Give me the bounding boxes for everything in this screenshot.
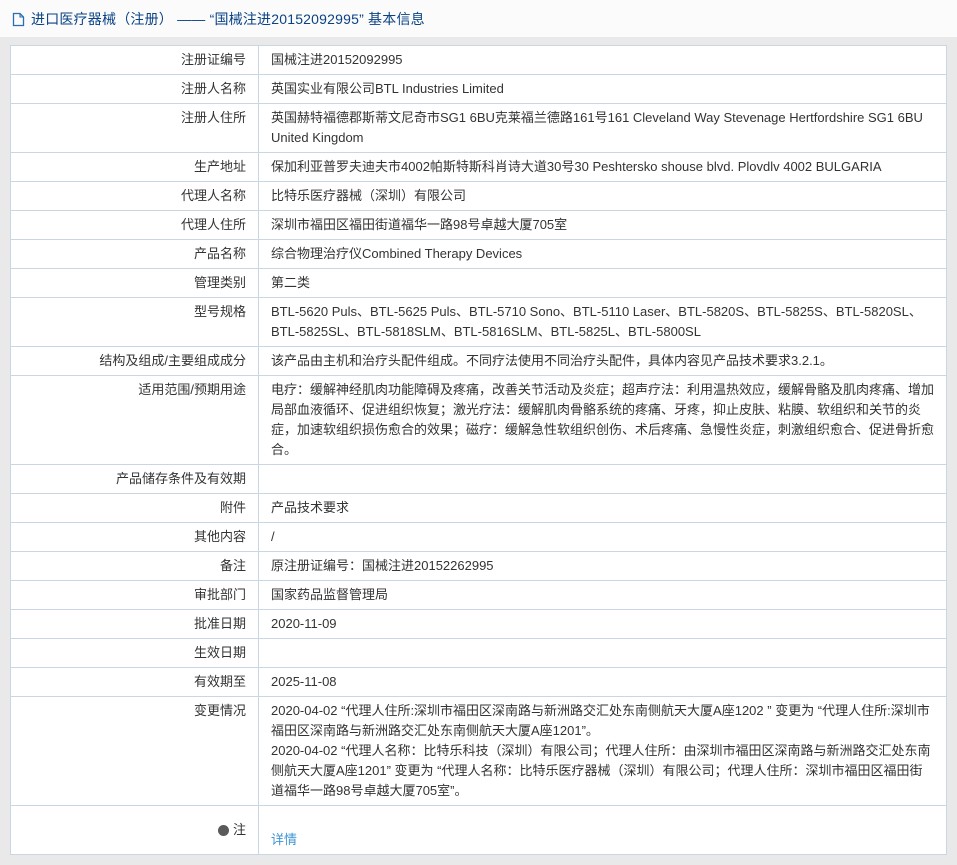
row-value: 电疗：缓解神经肌肉功能障碍及疼痛，改善关节活动及炎症；超声疗法：利用温热效应，缓…: [259, 376, 946, 464]
row-value: [259, 639, 946, 667]
row-label: 适用范围/预期用途: [11, 376, 259, 464]
row-value: 深圳市福田区福田街道福华一路98号卓越大厦705室: [259, 211, 946, 239]
detail-link[interactable]: 详情: [271, 832, 297, 847]
note-label-text: 注: [233, 820, 246, 840]
row-expiry-date: 有效期至 2025-11-08: [11, 668, 946, 697]
row-intended-use: 适用范围/预期用途 电疗：缓解神经肌肉功能障碍及疼痛，改善关节活动及炎症；超声疗…: [11, 376, 946, 465]
row-approval-department: 审批部门 国家药品监督管理局: [11, 581, 946, 610]
row-label: 产品储存条件及有效期: [11, 465, 259, 493]
row-management-class: 管理类别 第二类: [11, 269, 946, 298]
row-label: 其他内容: [11, 523, 259, 551]
row-value: 2020-04-02 “代理人住所:深圳市福田区深南路与新洲路交汇处东南侧航天大…: [259, 697, 946, 805]
row-label: 有效期至: [11, 668, 259, 696]
page-title: 进口医疗器械（注册） —— “国械注进20152092995” 基本信息: [31, 9, 425, 29]
row-note: 注 详情: [11, 806, 946, 854]
row-value: 国械注进20152092995: [259, 46, 946, 74]
row-value: 英国实业有限公司BTL Industries Limited: [259, 75, 946, 103]
row-label: 型号规格: [11, 298, 259, 346]
row-value: 原注册证编号：国械注进20152262995: [259, 552, 946, 580]
row-model-spec: 型号规格 BTL-5620 Puls、BTL-5625 Puls、BTL-571…: [11, 298, 946, 347]
row-value: /: [259, 523, 946, 551]
row-label: 代理人名称: [11, 182, 259, 210]
note-label: 注: [11, 806, 259, 854]
row-label: 产品名称: [11, 240, 259, 268]
row-value: 2020-11-09: [259, 610, 946, 638]
row-registrant-address: 注册人住所 英国赫特福德郡斯蒂文尼奇市SG1 6BU克莱福兰德路161号161 …: [11, 104, 946, 153]
row-value: 该产品由主机和治疗头配件组成。不同疗法使用不同治疗头配件，具体内容见产品技术要求…: [259, 347, 946, 375]
row-label: 管理类别: [11, 269, 259, 297]
info-table: 注册证编号 国械注进20152092995 注册人名称 英国实业有限公司BTL …: [10, 45, 947, 855]
row-agent-address: 代理人住所 深圳市福田区福田街道福华一路98号卓越大厦705室: [11, 211, 946, 240]
row-value: 第二类: [259, 269, 946, 297]
row-label: 附件: [11, 494, 259, 522]
row-value: 综合物理治疗仪Combined Therapy Devices: [259, 240, 946, 268]
row-value: 国家药品监督管理局: [259, 581, 946, 609]
page: 进口医疗器械（注册） —— “国械注进20152092995” 基本信息 注册证…: [0, 0, 957, 855]
row-label: 变更情况: [11, 697, 259, 805]
row-label: 代理人住所: [11, 211, 259, 239]
row-attachment: 附件 产品技术要求: [11, 494, 946, 523]
row-storage-conditions: 产品储存条件及有效期: [11, 465, 946, 494]
row-value: [259, 465, 946, 493]
row-remark: 备注 原注册证编号：国械注进20152262995: [11, 552, 946, 581]
row-cert-number: 注册证编号 国械注进20152092995: [11, 46, 946, 75]
row-label: 生产地址: [11, 153, 259, 181]
row-label: 注册证编号: [11, 46, 259, 74]
row-value: 保加利亚普罗夫迪夫市4002帕斯特斯科肖诗大道30号30 Peshtersko …: [259, 153, 946, 181]
row-other-content: 其他内容 /: [11, 523, 946, 552]
row-approval-date: 批准日期 2020-11-09: [11, 610, 946, 639]
row-registrant-name: 注册人名称 英国实业有限公司BTL Industries Limited: [11, 75, 946, 104]
note-icon: [218, 825, 229, 836]
row-value: 产品技术要求: [259, 494, 946, 522]
row-value: BTL-5620 Puls、BTL-5625 Puls、BTL-5710 Son…: [259, 298, 946, 346]
row-value: 英国赫特福德郡斯蒂文尼奇市SG1 6BU克莱福兰德路161号161 Clevel…: [259, 104, 946, 152]
row-label: 结构及组成/主要组成成分: [11, 347, 259, 375]
row-change-history: 变更情况 2020-04-02 “代理人住所:深圳市福田区深南路与新洲路交汇处东…: [11, 697, 946, 806]
row-label: 审批部门: [11, 581, 259, 609]
row-label: 注册人名称: [11, 75, 259, 103]
row-label: 批准日期: [11, 610, 259, 638]
row-production-address: 生产地址 保加利亚普罗夫迪夫市4002帕斯特斯科肖诗大道30号30 Peshte…: [11, 153, 946, 182]
row-composition: 结构及组成/主要组成成分 该产品由主机和治疗头配件组成。不同疗法使用不同治疗头配…: [11, 347, 946, 376]
note-value: 详情: [259, 806, 946, 854]
row-value: 2025-11-08: [259, 668, 946, 696]
row-effective-date: 生效日期: [11, 639, 946, 668]
row-label: 注册人住所: [11, 104, 259, 152]
row-agent-name: 代理人名称 比特乐医疗器械（深圳）有限公司: [11, 182, 946, 211]
row-label: 备注: [11, 552, 259, 580]
row-label: 生效日期: [11, 639, 259, 667]
document-icon: [12, 12, 25, 27]
page-header: 进口医疗器械（注册） —— “国械注进20152092995” 基本信息: [0, 0, 957, 37]
row-product-name: 产品名称 综合物理治疗仪Combined Therapy Devices: [11, 240, 946, 269]
row-value: 比特乐医疗器械（深圳）有限公司: [259, 182, 946, 210]
